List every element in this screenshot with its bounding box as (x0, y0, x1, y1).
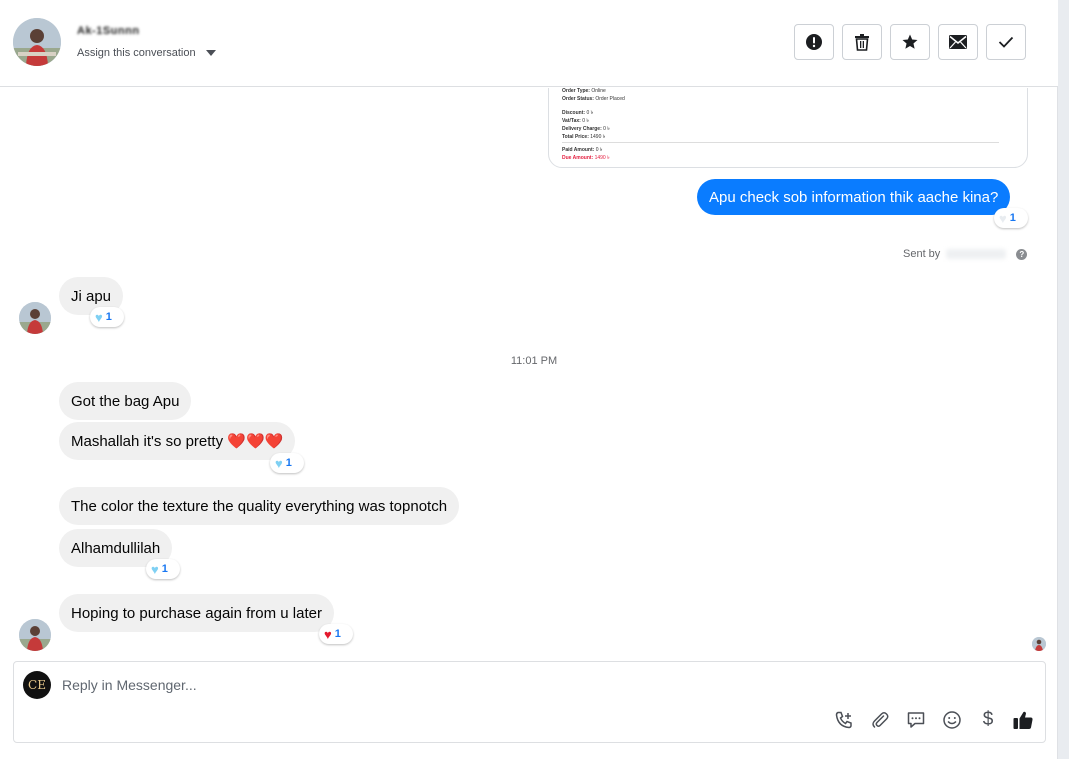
sent-by-label: Sent by (903, 248, 941, 260)
outgoing-message[interactable]: Apu check sob information thik aache kin… (697, 179, 1011, 215)
receipt-divider (562, 142, 999, 143)
blue-heart-icon: ♥ (151, 561, 159, 577)
order-receipt-card[interactable]: Order Type: Online Order Status: Order P… (548, 88, 1028, 168)
reply-input[interactable] (62, 674, 662, 696)
mark-unread-button[interactable] (938, 24, 978, 60)
sent-by: Sent by ? (903, 248, 1028, 260)
receipt-order-status: Order Status: Order Placed (562, 96, 625, 102)
receipt-delivery: Delivery Charge: 0 ৳ (562, 126, 610, 132)
contact-name: Ak-1Sunnn (77, 25, 140, 37)
contact-avatar[interactable] (13, 18, 61, 66)
message-reaction[interactable]: ♥ 1 (270, 453, 304, 473)
heart-icon: ♥ (999, 210, 1007, 226)
right-gutter (1058, 0, 1069, 759)
thumbs-up-icon[interactable] (1012, 709, 1034, 731)
message-timestamp: 11:01 PM (510, 355, 558, 367)
conversation-header: Ak-1Sunnn Assign this conversation (0, 0, 1058, 87)
blue-heart-icon: ♥ (95, 309, 103, 325)
saved-reply-icon[interactable] (905, 709, 927, 731)
phone-add-icon[interactable] (833, 709, 855, 731)
incoming-message[interactable]: The color the texture the quality everyt… (59, 487, 460, 525)
check-icon (998, 36, 1014, 48)
star-icon (902, 34, 918, 49)
help-icon[interactable]: ? (1016, 248, 1028, 260)
receipt-order-type: Order Type: Online (562, 88, 606, 94)
reply-composer: CE $ (13, 661, 1046, 743)
receipt-total: Total Price: 1490 ৳ (562, 134, 606, 140)
sender-name-redacted (946, 249, 1007, 259)
reaction-count: 1 (285, 457, 292, 469)
incoming-message[interactable]: Hoping to purchase again from u later (59, 594, 334, 632)
receipt-discount: Discount: 0 ৳ (562, 110, 594, 116)
page-avatar: CE (23, 671, 51, 699)
red-heart-icon: ♥ (324, 626, 332, 642)
caret-down-icon (205, 50, 216, 56)
receipt-paid: Paid Amount: 0 ৳ (562, 147, 603, 153)
mark-spam-button[interactable] (794, 24, 834, 60)
conversation-panel: Ak-1Sunnn Assign this conversation Order… (0, 0, 1058, 759)
reaction-count: 1 (161, 563, 168, 575)
message-reaction[interactable]: ♥ 1 (319, 624, 353, 644)
assign-conversation-dropdown[interactable]: Assign this conversation (77, 47, 216, 59)
contact-avatar-small[interactable] (19, 619, 51, 651)
paperclip-icon[interactable] (869, 709, 891, 731)
envelope-icon (949, 35, 967, 49)
blue-heart-icon: ♥ (275, 455, 283, 471)
reaction-count: 1 (1009, 212, 1016, 224)
incoming-message[interactable]: Got the bag Apu (59, 382, 192, 420)
receipt-due: Due Amount: 1490 ৳ (562, 155, 610, 161)
trash-icon (855, 34, 869, 51)
receipt-vat: Vat/Tax: 0 ৳ (562, 118, 589, 124)
exclamation-circle-icon (806, 34, 822, 50)
delete-button[interactable] (842, 24, 882, 60)
message-reaction[interactable]: ♥ 1 (994, 208, 1028, 228)
message-thread: Order Type: Online Order Status: Order P… (0, 88, 1058, 656)
reaction-count: 1 (105, 311, 112, 323)
star-button[interactable] (890, 24, 930, 60)
seen-indicator-avatar (1032, 637, 1046, 651)
assign-label: Assign this conversation (77, 47, 196, 59)
dollar-icon[interactable]: $ (977, 709, 999, 731)
message-reaction[interactable]: ♥ 1 (90, 307, 124, 327)
mark-done-button[interactable] (986, 24, 1026, 60)
reaction-count: 1 (334, 628, 341, 640)
message-reaction[interactable]: ♥ 1 (146, 559, 180, 579)
incoming-message[interactable]: Mashallah it's so pretty ❤️❤️❤️ (59, 422, 296, 460)
contact-avatar-small[interactable] (19, 302, 51, 334)
emoji-icon[interactable] (941, 709, 963, 731)
